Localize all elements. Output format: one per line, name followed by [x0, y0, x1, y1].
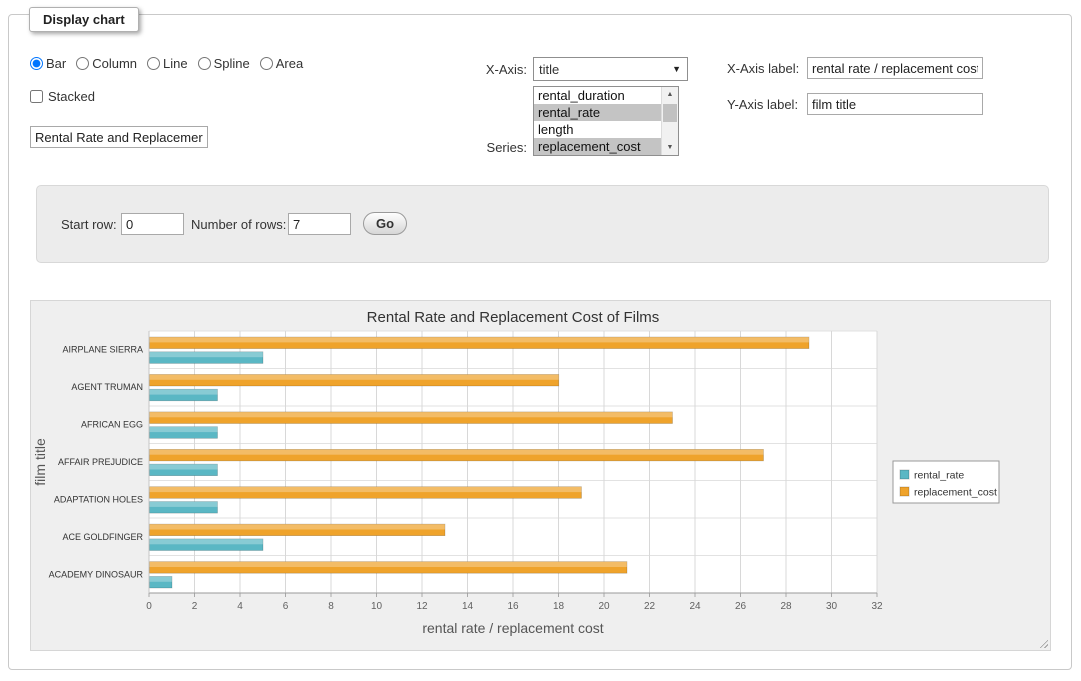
- svg-text:12: 12: [416, 601, 428, 612]
- series-option-length[interactable]: length: [534, 121, 661, 138]
- series-option-replacement_cost[interactable]: replacement_cost: [534, 138, 661, 155]
- chart-legend: rental_rate replacement_cost: [893, 461, 999, 503]
- svg-text:22: 22: [644, 601, 656, 612]
- radio-label: Area: [276, 56, 303, 71]
- x-axis-label-label: X-Axis label:: [727, 61, 805, 76]
- chart-type-option-spline[interactable]: Spline: [198, 56, 250, 71]
- svg-text:AIRPLANE SIERRA: AIRPLANE SIERRA: [62, 345, 143, 355]
- series-option-rental_rate[interactable]: rental_rate: [534, 104, 661, 121]
- svg-text:rental_rate: rental_rate: [914, 470, 964, 482]
- chart-type-radios: Bar Column Line Spline Area: [30, 56, 303, 71]
- scroll-up-icon[interactable]: ▲: [662, 87, 678, 102]
- series-option-rental_duration[interactable]: rental_duration: [534, 87, 661, 104]
- chart-type-option-area[interactable]: Area: [260, 56, 303, 71]
- svg-text:26: 26: [735, 601, 747, 612]
- start-row-label: Start row:: [61, 217, 117, 232]
- svg-text:ADAPTATION HOLES: ADAPTATION HOLES: [54, 494, 143, 504]
- chart-type-option-bar[interactable]: Bar: [30, 56, 66, 71]
- svg-text:30: 30: [826, 601, 838, 612]
- svg-text:AGENT TRUMAN: AGENT TRUMAN: [71, 382, 143, 392]
- svg-text:28: 28: [780, 601, 792, 612]
- radio-line[interactable]: [147, 57, 160, 70]
- chart-type-option-column[interactable]: Column: [76, 56, 137, 71]
- svg-text:ACADEMY DINOSAUR: ACADEMY DINOSAUR: [49, 569, 144, 579]
- svg-text:6: 6: [283, 601, 289, 612]
- dropdown-arrow-icon: ▼: [672, 64, 687, 74]
- svg-text:ACE GOLDFINGER: ACE GOLDFINGER: [62, 532, 143, 542]
- svg-text:2: 2: [192, 601, 198, 612]
- number-of-rows-label: Number of rows:: [191, 217, 286, 232]
- x-axis-label-input[interactable]: [807, 57, 983, 79]
- radio-column[interactable]: [76, 57, 89, 70]
- radio-label: Column: [92, 56, 137, 71]
- row-controls-panel: Start row: Number of rows: Go: [36, 185, 1049, 263]
- svg-text:4: 4: [237, 601, 243, 612]
- svg-text:24: 24: [689, 601, 701, 612]
- svg-text:AFFAIR PREJUDICE: AFFAIR PREJUDICE: [58, 457, 143, 467]
- radio-spline[interactable]: [198, 57, 211, 70]
- svg-text:20: 20: [598, 601, 610, 612]
- chart-title: Rental Rate and Replacement Cost of Film…: [367, 309, 660, 326]
- svg-text:AFRICAN EGG: AFRICAN EGG: [81, 420, 143, 430]
- x-axis-select[interactable]: title ▼: [533, 57, 688, 81]
- fieldset-legend: Display chart: [29, 7, 139, 32]
- radio-label: Bar: [46, 56, 66, 71]
- radio-bar[interactable]: [30, 57, 43, 70]
- radio-area[interactable]: [260, 57, 273, 70]
- x-axis-selected-value: title: [539, 62, 559, 77]
- stacked-label: Stacked: [48, 89, 95, 104]
- number-of-rows-input[interactable]: [288, 213, 351, 235]
- radio-label: Line: [163, 56, 188, 71]
- svg-text:replacement_cost: replacement_cost: [914, 487, 997, 499]
- series-options: rental_durationrental_ratelengthreplacem…: [534, 87, 661, 155]
- svg-text:32: 32: [871, 601, 883, 612]
- scrollbar-thumb[interactable]: [663, 104, 677, 122]
- svg-text:8: 8: [328, 601, 334, 612]
- go-button[interactable]: Go: [363, 212, 407, 235]
- y-axis-title: film title: [32, 438, 48, 486]
- svg-text:18: 18: [553, 601, 565, 612]
- stacked-option[interactable]: Stacked: [30, 89, 95, 104]
- x-axis-select-label: X-Axis:: [452, 62, 527, 77]
- svg-text:16: 16: [507, 601, 519, 612]
- svg-text:0: 0: [146, 601, 152, 612]
- chart-type-option-line[interactable]: Line: [147, 56, 188, 71]
- series-scrollbar[interactable]: ▲ ▼: [661, 87, 678, 155]
- series-multiselect[interactable]: rental_durationrental_ratelengthreplacem…: [533, 86, 679, 156]
- scroll-down-icon[interactable]: ▼: [662, 140, 678, 155]
- radio-label: Spline: [214, 56, 250, 71]
- bar-chart: 02468101214161820222426283032AIRPLANE SI…: [31, 301, 1050, 648]
- chart-container: 02468101214161820222426283032AIRPLANE SI…: [30, 300, 1051, 651]
- svg-text:14: 14: [462, 601, 474, 612]
- x-axis-title: rental rate / replacement cost: [422, 620, 603, 636]
- stacked-checkbox[interactable]: [30, 90, 43, 103]
- series-select-label: Series:: [452, 140, 527, 155]
- start-row-input[interactable]: [121, 213, 184, 235]
- y-axis-label-input[interactable]: [807, 93, 983, 115]
- svg-text:10: 10: [371, 601, 383, 612]
- scrollbar-track[interactable]: [662, 102, 678, 140]
- y-axis-label-label: Y-Axis label:: [727, 97, 805, 112]
- chart-title-input[interactable]: [30, 126, 208, 148]
